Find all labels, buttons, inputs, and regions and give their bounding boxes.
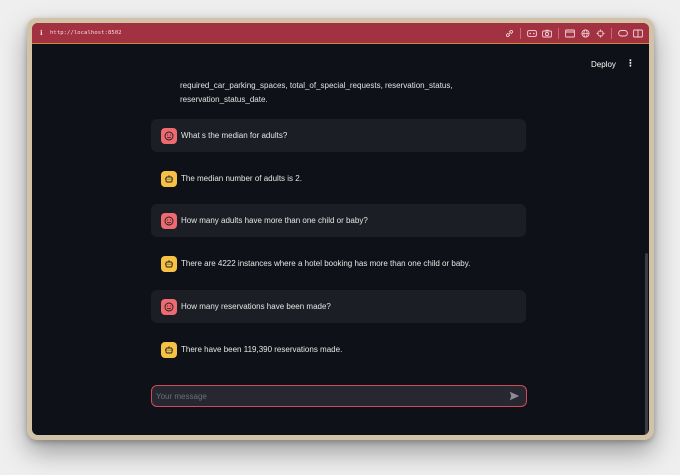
toolbar-divider [611,27,612,39]
link-icon[interactable] [504,28,514,38]
chat-message-user: How many adults have more than one child… [151,204,526,237]
url-text[interactable]: http://localhost:8502 [50,30,122,36]
scrollbar-thumb[interactable] [645,253,648,435]
message-text: How many adults have more than one child… [181,216,368,225]
chat-input[interactable] [152,386,507,406]
deploy-button[interactable]: Deploy [591,60,616,69]
toolbar-divider [520,27,521,39]
message-text: The median number of adults is 2. [181,174,302,183]
comment-icon[interactable] [618,28,628,38]
globe-icon[interactable] [580,28,590,38]
smile-face-icon [161,127,177,144]
chat-message-assistant: The median number of adults is 2. [151,162,526,195]
smile-face-icon [161,298,177,315]
browser-content: ℹ http://localhost:8502 Deploy ⋮ require… [32,23,649,435]
browser-window: ℹ http://localhost:8502 Deploy ⋮ require… [27,18,654,440]
chat-message-user: What s the median for adults? [151,119,526,152]
smile-face-icon [161,212,177,229]
text-line: required_car_parking_spaces, total_of_sp… [180,81,453,90]
chat-input-container [151,385,527,407]
message-text: There are 4222 instances where a hotel b… [181,259,471,268]
camera-icon[interactable] [542,28,552,38]
chat-message-assistant: There are 4222 instances where a hotel b… [151,247,526,280]
message-text: There have been 119,390 reservations mad… [181,345,343,354]
previous-message-text: required_car_parking_spaces, total_of_sp… [180,79,510,107]
chat-message-user: How many reservations have been made? [151,290,526,323]
robot-icon [161,255,177,272]
gamepad-icon[interactable] [527,28,537,38]
robot-icon [161,341,177,358]
message-text: How many reservations have been made? [181,302,331,311]
scrollbar-track[interactable] [643,43,649,435]
robot-icon [161,170,177,187]
text-line: reservation_status_date. [180,95,268,104]
crosshair-icon[interactable] [595,28,605,38]
toolbar-icons [499,23,643,43]
send-icon[interactable] [507,389,521,403]
more-vertical-icon[interactable]: ⋮ [626,59,635,69]
window-icon[interactable] [565,28,575,38]
message-text: What s the median for adults? [181,131,288,140]
browser-toolbar: ℹ http://localhost:8502 [32,23,649,44]
chat-message-assistant: There have been 119,390 reservations mad… [151,333,526,366]
info-icon[interactable]: ℹ [40,29,50,37]
toolbar-divider [558,27,559,39]
split-view-icon[interactable] [633,28,643,38]
